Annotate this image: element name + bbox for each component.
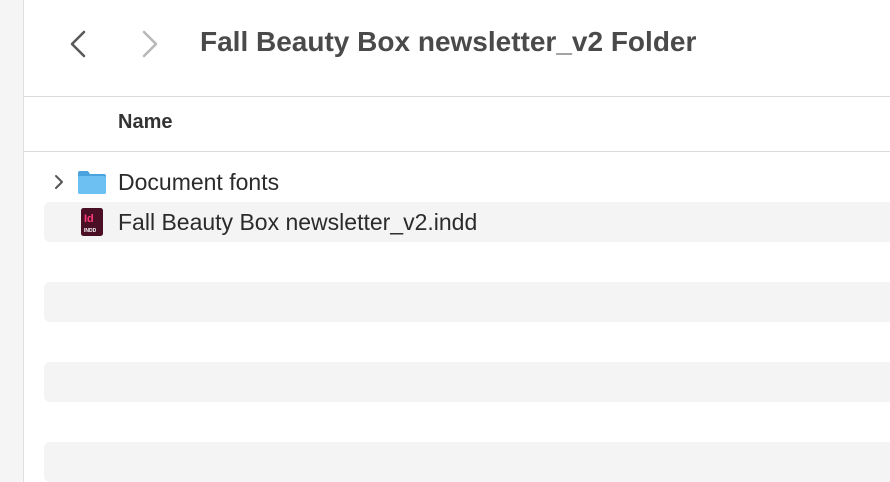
- list-item-document-fonts[interactable]: Document fonts: [44, 162, 890, 202]
- disclosure-triangle-button[interactable]: [52, 173, 66, 191]
- empty-row: [44, 242, 890, 282]
- toolbar: Fall Beauty Box newsletter_v2 Folder: [24, 0, 890, 97]
- indesign-file-icon: Id INDD: [76, 208, 108, 236]
- file-list: Document fonts Id INDD Fall Beauty Box n…: [44, 162, 890, 482]
- chevron-right-icon: [55, 175, 63, 189]
- empty-row: [44, 442, 890, 482]
- file-name: Fall Beauty Box newsletter_v2.indd: [118, 209, 478, 235]
- finder-window: Fall Beauty Box newsletter_v2 Folder Nam…: [24, 0, 890, 482]
- file-name: Document fonts: [118, 169, 280, 195]
- back-button[interactable]: [60, 24, 96, 64]
- empty-row: [44, 322, 890, 362]
- empty-row: [44, 282, 890, 322]
- chevron-right-icon: [142, 30, 158, 58]
- empty-row: [44, 402, 890, 442]
- folder-icon: [76, 168, 108, 196]
- window-title: Fall Beauty Box newsletter_v2 Folder: [200, 26, 697, 57]
- svg-text:Id: Id: [84, 213, 94, 225]
- sidebar-edge: [0, 0, 24, 482]
- svg-text:INDD: INDD: [84, 228, 97, 234]
- column-header-name[interactable]: Name: [118, 111, 172, 134]
- list-item-indd-file[interactable]: Id INDD Fall Beauty Box newsletter_v2.in…: [44, 202, 890, 242]
- column-header-row: Name: [24, 97, 890, 152]
- empty-row: [44, 362, 890, 402]
- chevron-left-icon: [70, 30, 86, 58]
- forward-button[interactable]: [132, 24, 168, 64]
